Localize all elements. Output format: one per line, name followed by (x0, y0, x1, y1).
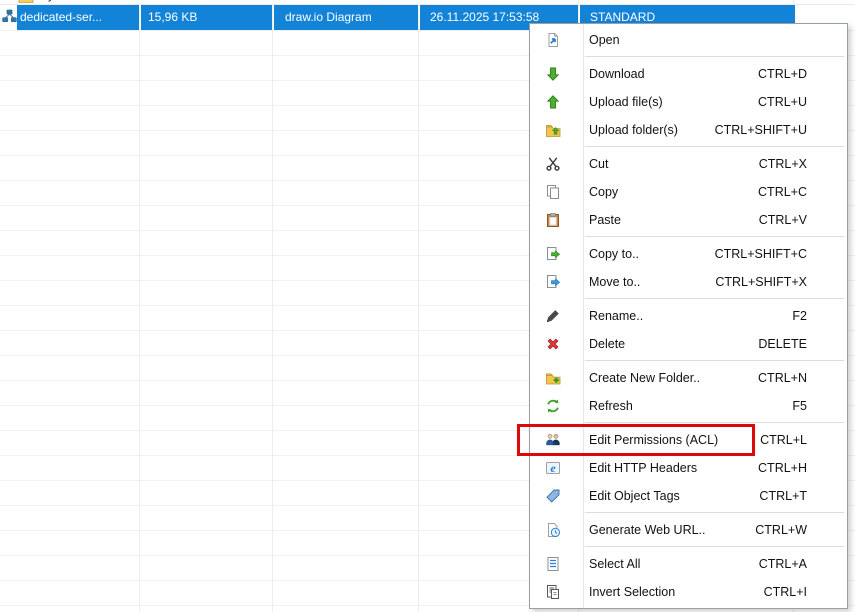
open-icon (543, 30, 563, 50)
folder-icon (18, 0, 34, 4)
menu-item-label: Edit Object Tags (589, 489, 680, 503)
menu-item-move-to[interactable]: Move to.. CTRL+SHIFT+X (530, 268, 847, 296)
column-gridline (418, 0, 419, 612)
menu-separator (585, 360, 844, 361)
create-folder-icon (543, 368, 563, 388)
menu-item-edit-http-headers[interactable]: e Edit HTTP Headers CTRL+H (530, 454, 847, 482)
file-size-cell: 15,96 KB (141, 5, 272, 30)
menu-item-shortcut: CTRL+A (759, 557, 847, 571)
http-headers-icon: e (543, 458, 563, 478)
menu-item-label: Move to.. (589, 275, 640, 289)
menu-item-delete[interactable]: Delete DELETE (530, 330, 847, 358)
menu-item-upload-file-s[interactable]: Upload file(s) CTRL+U (530, 88, 847, 116)
menu-item-copy-to[interactable]: Copy to.. CTRL+SHIFT+C (530, 240, 847, 268)
menu-item-label: Invert Selection (589, 585, 675, 599)
context-menu: OpenDownloadCTRL+DUpload file(s)CTRL+UUp… (529, 23, 848, 609)
menu-item-paste[interactable]: Paste CTRL+V (530, 206, 847, 234)
paste-icon (543, 210, 563, 230)
object-tags-icon (543, 486, 563, 506)
menu-separator (585, 146, 844, 147)
menu-item-label: Copy to.. (589, 247, 639, 261)
menu-separator (585, 298, 844, 299)
menu-item-label: Refresh (589, 399, 633, 413)
menu-item-label: Create New Folder.. (589, 371, 700, 385)
column-gridline (272, 0, 273, 612)
menu-item-shortcut: CTRL+U (758, 95, 847, 109)
menu-separator (585, 56, 844, 57)
menu-item-label: Download (589, 67, 645, 81)
invert-selection-icon (543, 582, 563, 602)
menu-item-copy[interactable]: Copy CTRL+C (530, 178, 847, 206)
cut-icon (543, 154, 563, 174)
copy-to-icon (543, 244, 563, 264)
download-icon (543, 64, 563, 84)
menu-item-shortcut: CTRL+W (755, 523, 847, 537)
menu-item-shortcut: CTRL+SHIFT+X (715, 275, 847, 289)
menu-item-shortcut: CTRL+N (758, 371, 847, 385)
upload-folder-icon (543, 120, 563, 140)
menu-item-edit-permissions-acl[interactable]: Edit Permissions (ACL) CTRL+L (530, 426, 847, 454)
menu-item-invert-selection[interactable]: Invert Selection CTRL+I (530, 578, 847, 606)
svg-text:e: e (550, 461, 556, 475)
menu-item-select-all[interactable]: Select All CTRL+A (530, 550, 847, 578)
menu-item-label: Delete (589, 337, 625, 351)
menu-item-label: Select All (589, 557, 640, 571)
menu-item-label: Upload folder(s) (589, 123, 678, 137)
menu-item-shortcut: F2 (792, 309, 847, 323)
menu-item-shortcut: CTRL+I (764, 585, 847, 599)
file-type-cell: draw.io Diagram (274, 5, 418, 30)
menu-item-rename[interactable]: Rename.. F2 (530, 302, 847, 330)
file-name-cell: dedicated-ser... (17, 5, 139, 30)
menu-item-shortcut: DELETE (758, 337, 847, 351)
menu-item-cut[interactable]: Cut CTRL+X (530, 150, 847, 178)
partial-folder-row[interactable]: My new folder (0, 0, 520, 4)
menu-item-shortcut: CTRL+V (759, 213, 847, 227)
menu-item-edit-object-tags[interactable]: Edit Object Tags CTRL+T (530, 482, 847, 510)
menu-item-generate-web-url[interactable]: Generate Web URL.. CTRL+W (530, 516, 847, 544)
menu-item-label: Rename.. (589, 309, 643, 323)
edit-permissions-icon (543, 430, 563, 450)
menu-item-label: Copy (589, 185, 618, 199)
menu-item-open[interactable]: Open (530, 26, 847, 54)
menu-separator (585, 236, 844, 237)
select-all-icon (543, 554, 563, 574)
refresh-icon (543, 396, 563, 416)
menu-item-shortcut: CTRL+L (760, 433, 847, 447)
menu-separator (585, 546, 844, 547)
menu-separator (585, 422, 844, 423)
column-gridline (139, 0, 140, 612)
menu-separator (585, 512, 844, 513)
menu-item-label: Cut (589, 157, 608, 171)
menu-item-label: Paste (589, 213, 621, 227)
copy-icon (543, 182, 563, 202)
menu-item-shortcut: CTRL+D (758, 67, 847, 81)
menu-item-label: Open (589, 33, 620, 47)
delete-icon (543, 334, 563, 354)
drawio-file-icon (2, 9, 17, 24)
rename-icon (543, 306, 563, 326)
menu-item-shortcut: CTRL+T (759, 489, 847, 503)
partial-folder-name: My new folder (38, 0, 113, 2)
menu-item-shortcut: CTRL+H (758, 461, 847, 475)
upload-file-icon (543, 92, 563, 112)
menu-item-shortcut: F5 (792, 399, 847, 413)
menu-item-refresh[interactable]: Refresh F5 (530, 392, 847, 420)
move-to-icon (543, 272, 563, 292)
menu-item-shortcut: CTRL+C (758, 185, 847, 199)
menu-item-shortcut: CTRL+SHIFT+U (715, 123, 847, 137)
menu-item-label: Generate Web URL.. (589, 523, 706, 537)
menu-item-download[interactable]: Download CTRL+D (530, 60, 847, 88)
menu-item-shortcut: CTRL+X (759, 157, 847, 171)
menu-item-label: Upload file(s) (589, 95, 663, 109)
menu-item-upload-folder-s[interactable]: Upload folder(s) CTRL+SHIFT+U (530, 116, 847, 144)
menu-item-label: Edit HTTP Headers (589, 461, 697, 475)
web-url-icon (543, 520, 563, 540)
menu-item-create-new-folder[interactable]: Create New Folder.. CTRL+N (530, 364, 847, 392)
menu-item-shortcut: CTRL+SHIFT+C (715, 247, 847, 261)
menu-item-label: Edit Permissions (ACL) (589, 433, 718, 447)
file-manager-window: My new folder dedicated-ser... 15,96 KB … (0, 0, 855, 612)
